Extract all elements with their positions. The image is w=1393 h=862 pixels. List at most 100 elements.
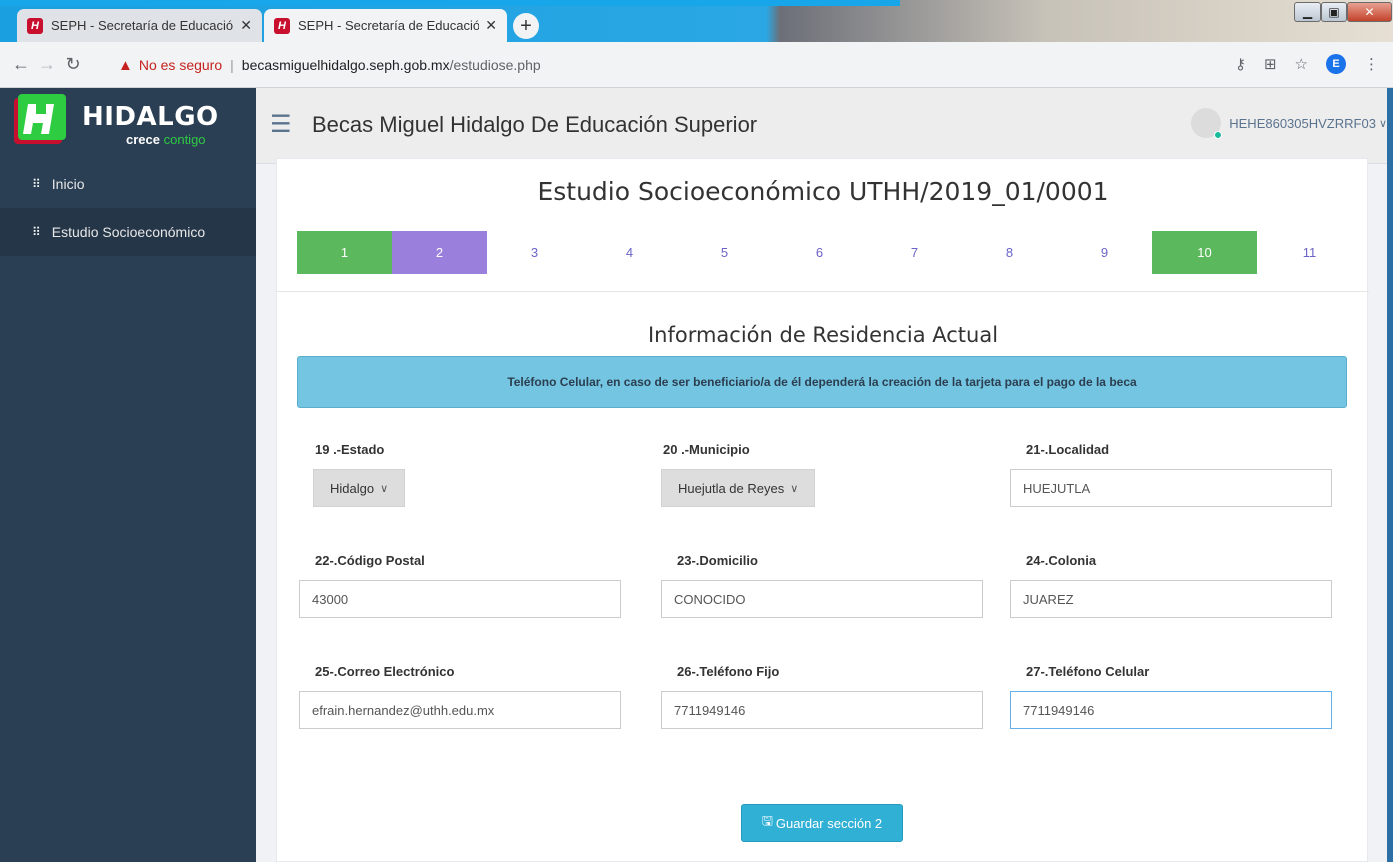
hidalgo-logo-icon xyxy=(14,94,66,144)
step-9[interactable]: 9 xyxy=(1057,231,1152,274)
floppy-disk-icon: 🖫 xyxy=(761,813,773,828)
tel-fijo-input[interactable] xyxy=(661,691,983,729)
step-10[interactable]: 10 xyxy=(1152,231,1257,274)
divider xyxy=(277,291,1369,292)
chevron-down-icon: ∨ xyxy=(1378,117,1387,130)
not-secure-indicator[interactable]: ▲ No es seguro xyxy=(118,57,222,74)
domicilio-label: 23-.Domicilio xyxy=(677,553,758,568)
star-bookmark-icon[interactable]: ☆ xyxy=(1295,55,1308,73)
user-id: HEHE860305HVZRRF03 xyxy=(1229,115,1376,131)
close-tab-icon[interactable]: ✕ xyxy=(240,17,252,34)
municipio-label: 20 .-Municipio xyxy=(663,442,750,457)
maximize-icon[interactable]: ▣ xyxy=(1321,2,1347,22)
url-path: /estudiose.php xyxy=(449,57,541,73)
page-body: HIDALGO crece contigo ⠿ Inicio ⠿ Estudio… xyxy=(0,88,1393,862)
hamburger-menu-icon[interactable]: ☰ xyxy=(270,110,292,139)
email-input[interactable] xyxy=(299,691,621,729)
browser-tab-1[interactable]: H SEPH - Secretaría de Educación P ✕ xyxy=(17,9,262,42)
wizard-steps: 1 2 3 4 5 6 7 8 9 10 11 xyxy=(297,231,1362,274)
sidebar-item-label: Inicio xyxy=(51,176,85,192)
brand-tag-main: crece xyxy=(126,132,160,147)
sidebar-item-inicio[interactable]: ⠿ Inicio xyxy=(0,160,256,208)
browser-tab-2[interactable]: H SEPH - Secretaría de Educación P ✕ xyxy=(264,9,507,42)
url-field[interactable]: ▲ No es seguro | becasmiguelhidalgo.seph… xyxy=(118,50,541,80)
domicilio-field: 23-.Domicilio xyxy=(661,553,983,618)
estado-label: 19 .-Estado xyxy=(315,442,385,457)
kebab-menu-icon[interactable]: ⋮ xyxy=(1364,55,1379,73)
profile-avatar[interactable]: E xyxy=(1326,54,1346,74)
reload-icon[interactable]: ↻ xyxy=(60,54,86,75)
step-1[interactable]: 1 xyxy=(297,231,392,274)
cp-input[interactable] xyxy=(299,580,621,618)
grid-icon: ⠿ xyxy=(32,225,41,239)
close-tab-icon[interactable]: ✕ xyxy=(485,17,497,34)
step-5[interactable]: 5 xyxy=(677,231,772,274)
grid-icon: ⠿ xyxy=(32,177,41,191)
municipio-field: 20 .-Municipio Huejutla de Reyes ∨ xyxy=(647,442,969,507)
localidad-label: 21-.Localidad xyxy=(1026,442,1110,457)
back-arrow-icon[interactable]: ← xyxy=(8,54,34,75)
page-scrollbar[interactable] xyxy=(1387,88,1393,862)
site-title: Becas Miguel Hidalgo De Educación Superi… xyxy=(312,112,758,137)
page-title: Estudio Socioeconómico UTHH/2019_01/0001 xyxy=(537,177,1109,206)
tab-title: SEPH - Secretaría de Educación P xyxy=(51,18,235,33)
brand-logo-area[interactable]: HIDALGO crece contigo xyxy=(0,88,256,160)
step-6[interactable]: 6 xyxy=(772,231,867,274)
localidad-input[interactable] xyxy=(1010,469,1332,507)
estado-field: 19 .-Estado Hidalgo ∨ xyxy=(299,442,621,507)
section-title: Información de Residencia Actual xyxy=(647,323,999,347)
tel-fijo-label: 26-.Teléfono Fijo xyxy=(677,664,780,679)
online-status-dot xyxy=(1214,131,1223,139)
info-alert: Teléfono Celular, en caso de ser benefic… xyxy=(297,356,1347,408)
minimize-icon[interactable]: ▁ xyxy=(1294,2,1321,22)
colonia-field: 24-.Colonia xyxy=(1010,553,1332,618)
window-controls: ▁ ▣ ✕ xyxy=(1294,2,1392,24)
not-secure-label: No es seguro xyxy=(138,57,223,73)
brand-name: HIDALGO xyxy=(82,102,219,132)
step-3[interactable]: 3 xyxy=(487,231,582,274)
brand-tag-accent: contigo xyxy=(163,132,206,147)
step-8[interactable]: 8 xyxy=(962,231,1057,274)
forward-arrow-icon[interactable]: → xyxy=(34,54,60,75)
new-tab-button[interactable]: + xyxy=(513,13,539,39)
municipio-select[interactable]: Huejutla de Reyes ∨ xyxy=(661,469,816,507)
sidebar: HIDALGO crece contigo ⠿ Inicio ⠿ Estudio… xyxy=(0,88,256,862)
save-section-button[interactable]: 🖫 Guardar sección 2 xyxy=(741,804,903,842)
tab-title: SEPH - Secretaría de Educación P xyxy=(298,18,480,33)
tel-cel-label: 27-.Teléfono Celular xyxy=(1026,664,1150,679)
warning-triangle-icon: ▲ xyxy=(118,56,133,74)
tel-cel-input[interactable] xyxy=(1010,691,1332,729)
browser-actions: ⚷ ⊞ ☆ E ⋮ xyxy=(1235,54,1379,74)
user-menu[interactable]: HEHE860305HVZRRF03 ∨ xyxy=(1191,108,1387,139)
municipio-value: Huejutla de Reyes xyxy=(678,480,785,496)
sidebar-item-label: Estudio Socioeconómico xyxy=(51,224,206,240)
user-avatar xyxy=(1191,108,1223,139)
step-2[interactable]: 2 xyxy=(392,231,487,274)
correo-label: 25-.Correo Electrónico xyxy=(315,664,455,679)
colonia-input[interactable] xyxy=(1010,580,1332,618)
brand-tagline: crece contigo xyxy=(126,132,206,147)
estado-value: Hidalgo xyxy=(330,480,375,496)
localidad-field: 21-.Localidad xyxy=(1010,442,1332,507)
key-icon[interactable]: ⚷ xyxy=(1235,55,1246,73)
save-button-label: Guardar sección 2 xyxy=(775,815,883,831)
chevron-down-icon: ∨ xyxy=(380,482,389,495)
sidebar-item-estudio[interactable]: ⠿ Estudio Socioeconómico xyxy=(0,208,256,256)
close-window-icon[interactable]: ✕ xyxy=(1347,2,1392,22)
step-11[interactable]: 11 xyxy=(1257,231,1362,274)
study-panel: Estudio Socioeconómico UTHH/2019_01/0001… xyxy=(276,158,1369,862)
cp-label: 22-.Código Postal xyxy=(315,553,425,568)
browser-address-bar: ← → ↻ ▲ No es seguro | becasmiguelhidalg… xyxy=(0,42,1393,88)
url-host: becasmiguelhidalgo.seph.gob.mx xyxy=(241,57,450,73)
estado-select[interactable]: Hidalgo ∨ xyxy=(313,469,406,507)
seph-favicon-icon: H xyxy=(274,17,290,34)
step-4[interactable]: 4 xyxy=(582,231,677,274)
chevron-down-icon: ∨ xyxy=(790,482,799,495)
correo-field: 25-.Correo Electrónico xyxy=(299,664,621,729)
colonia-label: 24-.Colonia xyxy=(1026,553,1097,568)
tel-fijo-field: 26-.Teléfono Fijo xyxy=(661,664,983,729)
domicilio-input[interactable] xyxy=(661,580,983,618)
translate-icon[interactable]: ⊞ xyxy=(1264,55,1277,73)
step-7[interactable]: 7 xyxy=(867,231,962,274)
tabbar-accent xyxy=(0,0,900,6)
